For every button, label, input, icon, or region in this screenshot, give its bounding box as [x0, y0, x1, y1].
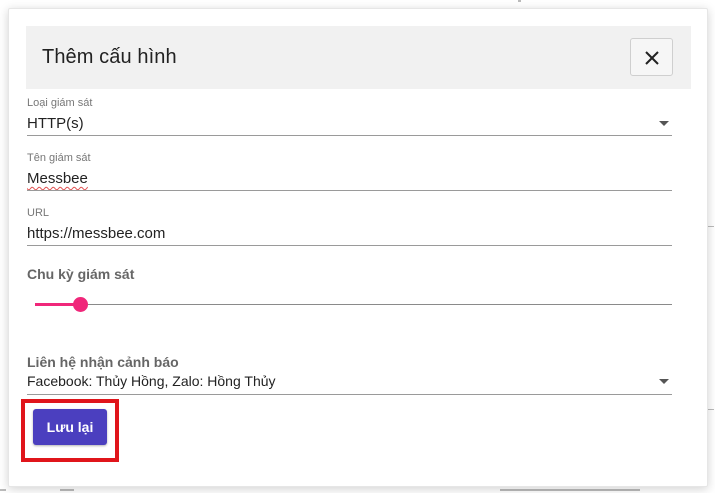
chevron-down-icon — [659, 121, 669, 126]
url-input[interactable]: https://messbee.com — [27, 225, 165, 242]
url-field[interactable]: URL https://messbee.com — [27, 207, 672, 247]
alert-contacts-label: Liên hệ nhận cảnh báo — [27, 354, 179, 370]
background-fragment — [60, 489, 74, 491]
alert-contacts-value: Facebook: Thủy Hồng, Zalo: Hồng Thủy — [27, 373, 276, 389]
chevron-down-icon — [659, 379, 669, 384]
monitor-name-label: Tên giám sát — [27, 152, 91, 164]
close-button[interactable] — [630, 38, 673, 76]
monitor-type-value: HTTP(s) — [27, 115, 84, 132]
field-underline — [27, 135, 672, 136]
close-icon — [645, 51, 659, 65]
background-fragment — [0, 489, 6, 491]
monitor-type-select[interactable]: Loại giám sát HTTP(s) — [27, 97, 672, 137]
monitor-type-label: Loại giám sát — [27, 97, 93, 109]
interval-slider-track[interactable] — [35, 304, 672, 305]
field-underline — [27, 245, 672, 246]
background-fragment — [708, 409, 714, 410]
url-label: URL — [27, 207, 50, 219]
field-underline — [27, 394, 672, 395]
background-fragment — [518, 0, 521, 2]
interval-slider-thumb[interactable] — [72, 297, 88, 312]
alert-contacts-select[interactable]: Facebook: Thủy Hồng, Zalo: Hồng Thủy — [27, 372, 672, 396]
save-button[interactable]: Lưu lại — [33, 409, 107, 445]
interval-label: Chu kỳ giám sát — [27, 266, 135, 282]
dialog-title: Thêm cấu hình — [42, 46, 177, 68]
monitor-name-input[interactable]: Messbee — [27, 170, 88, 187]
monitor-name-field[interactable]: Tên giám sát Messbee — [27, 152, 672, 192]
field-underline — [27, 190, 672, 191]
background-fragment — [708, 226, 714, 227]
dialog-header: Thêm cấu hình — [26, 26, 691, 89]
background-fragment — [500, 489, 640, 491]
